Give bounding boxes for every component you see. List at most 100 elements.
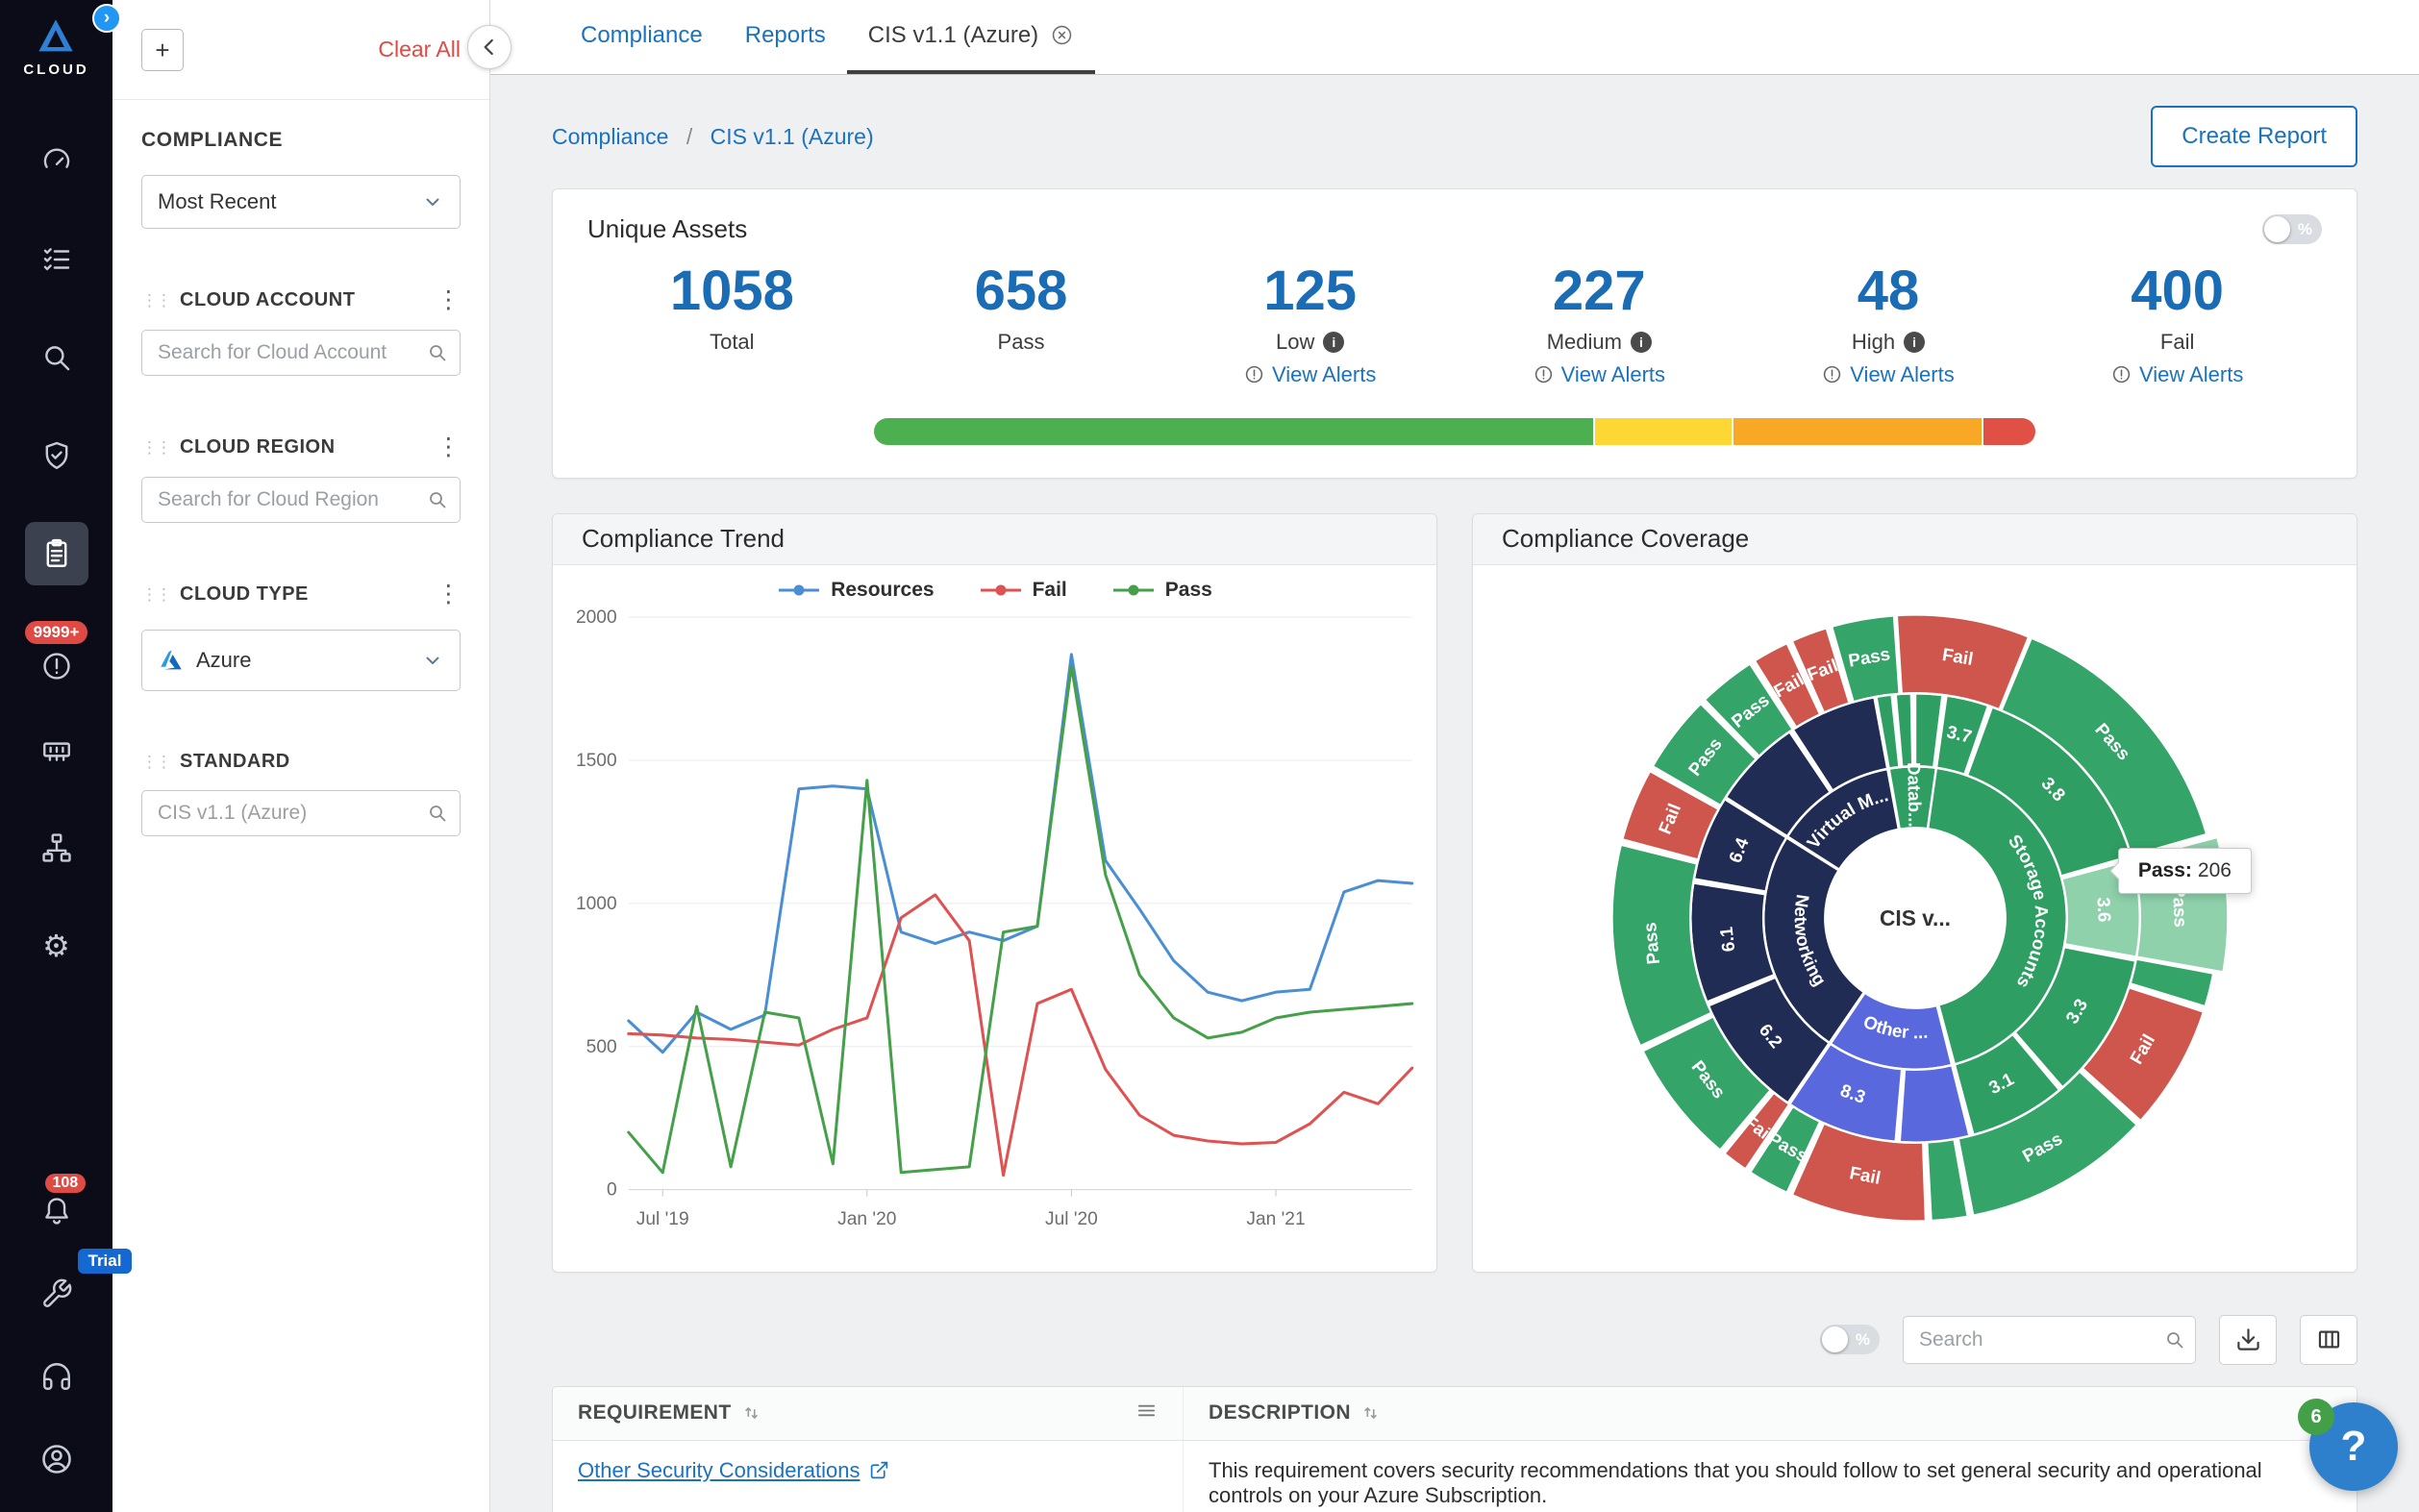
stat-label: Total	[710, 330, 754, 355]
requirement-link[interactable]: Other Security Considerations	[578, 1458, 889, 1483]
sidebar-item-assets[interactable]	[25, 701, 88, 799]
chevron-down-icon	[421, 649, 444, 672]
bar-segment-high	[1982, 418, 2036, 445]
alert-circle-icon	[2111, 364, 2132, 384]
standard-input[interactable]	[141, 790, 461, 836]
svg-text:3.6: 3.6	[2093, 897, 2114, 923]
time-range-value: Most Recent	[158, 189, 277, 214]
sidebar-item-alerts[interactable]: 9999+	[25, 603, 88, 701]
compliance-trend-card: Compliance Trend ResourcesFailPass 05001…	[552, 513, 1437, 1273]
alerts-count-badge: 9999+	[25, 621, 88, 644]
app-sidebar: CLOUD 9999+	[0, 0, 112, 1512]
legend-item[interactable]: Resources	[777, 579, 934, 602]
filter-section-cloud-account: ⋮⋮ CLOUD ACCOUNT ⋮	[141, 288, 461, 376]
filter-section-label: CLOUD TYPE	[180, 583, 309, 606]
drag-handle-icon[interactable]: ⋮⋮	[141, 439, 170, 456]
trend-legend: Resources Fail Pass	[553, 579, 1436, 602]
sidebar-item-topology[interactable]	[25, 799, 88, 897]
sidebar-item-support[interactable]	[39, 1335, 74, 1418]
time-range-select[interactable]: Most Recent	[141, 175, 461, 229]
close-icon[interactable]	[1050, 23, 1074, 47]
sidebar-item-compliance[interactable]	[25, 505, 88, 603]
info-icon[interactable]: i	[1904, 332, 1925, 353]
sidebar-item-notifications[interactable]: 108	[39, 1170, 74, 1252]
view-alerts-link[interactable]: View Alerts	[1534, 362, 1665, 387]
legend-item[interactable]: Pass	[1111, 579, 1212, 602]
tab-label: Reports	[745, 22, 826, 49]
cloud-type-select[interactable]: Azure	[141, 630, 461, 691]
svg-text:CIS v...: CIS v...	[1880, 905, 1951, 930]
svg-text:Pass: Pass	[1639, 922, 1663, 966]
stat-label: Fail	[2160, 330, 2194, 355]
chart-tooltip: Pass:206	[2118, 848, 2252, 894]
add-filter-button[interactable]: +	[141, 29, 184, 71]
table-controls: %	[552, 1315, 2357, 1365]
breadcrumb: Compliance / CIS v1.1 (Azure)	[552, 124, 874, 150]
table-percent-toggle[interactable]: %	[1820, 1325, 1880, 1354]
view-alerts-label: View Alerts	[2139, 362, 2243, 387]
filter-section-label: CLOUD ACCOUNT	[180, 289, 355, 311]
breadcrumb-parent[interactable]: Compliance	[552, 124, 668, 149]
tab-compliance[interactable]: Compliance	[560, 0, 724, 74]
percent-toggle[interactable]: %	[2262, 214, 2322, 244]
trend-chart-svg[interactable]: 0500100015002000Jul '19Jan '20Jul '20Jan…	[553, 602, 1436, 1236]
toggle-knob	[2264, 216, 2290, 242]
sidebar-item-inventory[interactable]	[25, 211, 88, 309]
sort-icon[interactable]	[1360, 1402, 1382, 1424]
column-menu-icon[interactable]	[1135, 1400, 1158, 1427]
breadcrumb-current[interactable]: CIS v1.1 (Azure)	[711, 124, 874, 149]
download-button[interactable]	[2219, 1315, 2277, 1365]
download-icon	[2235, 1326, 2261, 1352]
sidebar-item-settings[interactable]: ⚙	[25, 897, 88, 995]
drag-handle-icon[interactable]: ⋮⋮	[141, 586, 170, 603]
view-alerts-label: View Alerts	[1272, 362, 1376, 387]
info-icon[interactable]: i	[1631, 332, 1652, 353]
cloud-account-search-input[interactable]	[141, 330, 461, 376]
kebab-menu-icon[interactable]: ⋮	[436, 435, 461, 459]
kebab-menu-icon[interactable]: ⋮	[436, 288, 461, 312]
column-header-description[interactable]: DESCRIPTION	[1184, 1387, 2357, 1440]
legend-marker-icon	[979, 583, 1023, 597]
headset-icon	[40, 1360, 73, 1393]
create-report-button[interactable]: Create Report	[2151, 106, 2357, 167]
drag-handle-icon[interactable]: ⋮⋮	[141, 754, 170, 770]
sort-icon[interactable]	[741, 1402, 762, 1424]
column-header-requirement[interactable]: REQUIREMENT	[553, 1387, 1184, 1440]
tab-reports[interactable]: Reports	[724, 0, 847, 74]
tab-cis-v11-azure[interactable]: CIS v1.1 (Azure)	[847, 0, 1095, 74]
server-icon	[40, 733, 73, 766]
clear-all-link[interactable]: Clear All	[378, 37, 461, 62]
view-alerts-label: View Alerts	[1850, 362, 1954, 387]
assets-stats-row: 1058 Total 658 Pass 125 Low i View Alert…	[587, 260, 2322, 387]
columns-button[interactable]	[2300, 1315, 2357, 1365]
view-alerts-link[interactable]: View Alerts	[1822, 362, 1954, 387]
sidebar-item-policies[interactable]	[25, 407, 88, 505]
search-icon	[40, 341, 73, 374]
collapse-panel-button[interactable]	[467, 25, 511, 69]
search-icon	[426, 802, 449, 825]
requirement-description: This requirement covers security recomme…	[1184, 1441, 2357, 1512]
sidebar-item-dashboard[interactable]	[25, 112, 88, 211]
drag-handle-icon[interactable]: ⋮⋮	[141, 292, 170, 309]
kebab-menu-icon[interactable]: ⋮	[436, 582, 461, 607]
tab-label: Compliance	[581, 22, 703, 49]
filter-panel-header: + Clear All	[112, 0, 489, 100]
filter-section-label: CLOUD REGION	[180, 436, 336, 459]
info-icon[interactable]: i	[1323, 332, 1344, 353]
logo-text: CLOUD	[23, 62, 88, 78]
coverage-sunburst-svg[interactable]: 3.73.83.63.33.18.36.26.16.4PassFailPassP…	[1574, 577, 2257, 1259]
view-alerts-link[interactable]: View Alerts	[1244, 362, 1376, 387]
legend-item[interactable]: Fail	[979, 579, 1067, 602]
cloud-region-search-input[interactable]	[141, 477, 461, 523]
table-search-input[interactable]	[1903, 1316, 2196, 1364]
sidebar-item-profile[interactable]	[39, 1418, 74, 1500]
stat-value: 48	[1858, 260, 1920, 324]
svg-text:Datab...: Datab...	[1904, 762, 1925, 828]
sidebar-item-investigate[interactable]	[25, 309, 88, 407]
requirement-label: Other Security Considerations	[578, 1458, 860, 1483]
help-button[interactable]: 6 ?	[2309, 1402, 2398, 1491]
view-alerts-link[interactable]: View Alerts	[2111, 362, 2243, 387]
app-logo[interactable]: CLOUD	[23, 15, 88, 78]
expand-panel-button[interactable]: ›	[92, 4, 121, 33]
sidebar-item-trial[interactable]: Trial	[39, 1252, 74, 1335]
